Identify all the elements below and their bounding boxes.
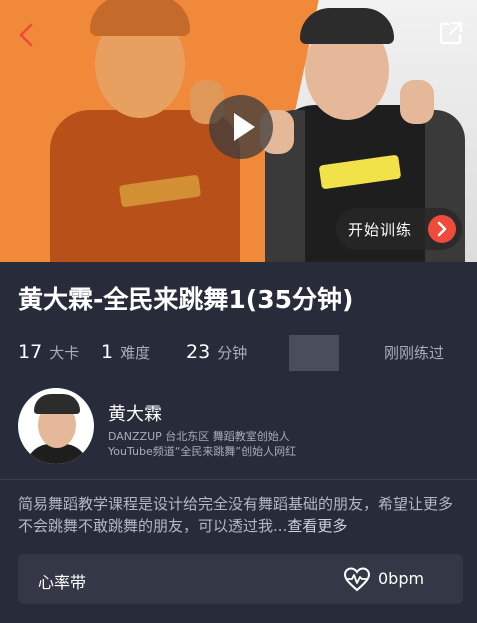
- course-title: 黄大霖-全民来跳舞1(35分钟): [18, 285, 354, 314]
- stat-duration: 23 分钟: [186, 341, 247, 363]
- recently-practiced-label: 刚刚练过: [384, 344, 445, 362]
- back-icon: [19, 23, 33, 47]
- coach-description-line1: DANZZUP 台北东区 舞蹈教室创始人: [108, 430, 290, 443]
- stat-difficulty-unit: 难度: [120, 344, 151, 362]
- stat-calories-unit: 大卡: [49, 344, 80, 362]
- heart-rate-value: 0bpm: [378, 569, 425, 588]
- heart-pulse-icon: [343, 567, 371, 592]
- start-training-button[interactable]: 开始训练: [336, 208, 462, 250]
- coach-description-line2: YouTube频道“全民来跳舞”创始人网红: [108, 445, 297, 458]
- course-description-text: 简易舞蹈教学课程是设计给完全没有舞蹈基础的朋友，希望让更多不会跳舞不敢跳舞的朋友…: [18, 495, 454, 535]
- coach-name[interactable]: 黄大霖: [108, 400, 162, 426]
- start-training-label: 开始训练: [348, 220, 413, 239]
- see-more-link[interactable]: 查看更多: [287, 517, 347, 535]
- section-divider: [0, 479, 477, 480]
- placeholder-block: [289, 335, 339, 371]
- play-icon: [234, 113, 255, 141]
- hero-banner: 开始训练: [0, 0, 477, 262]
- share-icon: [439, 21, 463, 45]
- heart-rate-band-row[interactable]: 心率带 0bpm: [18, 554, 463, 604]
- stat-duration-value: 23: [186, 341, 211, 363]
- stat-difficulty: 1 难度: [101, 341, 150, 363]
- heart-rate-label: 心率带: [38, 573, 87, 592]
- coach-avatar[interactable]: [18, 388, 94, 464]
- back-button[interactable]: [14, 22, 40, 48]
- stat-difficulty-value: 1: [101, 341, 114, 363]
- stat-calories-value: 17: [18, 341, 43, 363]
- course-description: 简易舞蹈教学课程是设计给完全没有舞蹈基础的朋友，希望让更多不会跳舞不敢跳舞的朋友…: [18, 493, 465, 537]
- stat-calories: 17 大卡: [18, 341, 79, 363]
- play-video-button[interactable]: [209, 95, 273, 159]
- arrow-right-icon: [428, 215, 456, 243]
- share-button[interactable]: [438, 20, 464, 46]
- course-stats: 17 大卡 1 难度 23 分钟 刚刚练过: [0, 335, 477, 371]
- stat-duration-unit: 分钟: [217, 344, 248, 362]
